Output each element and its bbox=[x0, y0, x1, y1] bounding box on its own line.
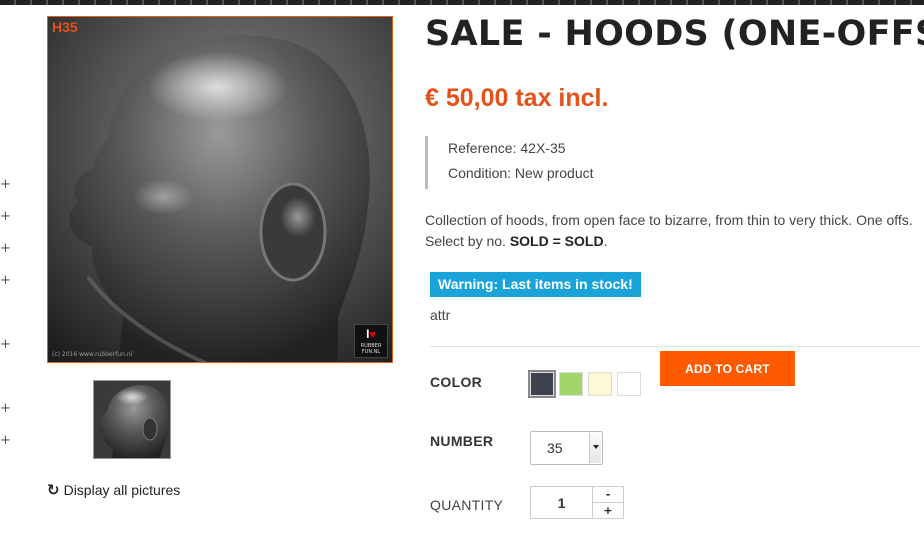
product-thumbnail[interactable] bbox=[93, 380, 171, 459]
chevron-down-icon bbox=[593, 445, 599, 449]
product-reference-block: Reference: 42X-35 Condition: New product bbox=[425, 136, 594, 189]
sidebar-expand-icon[interactable]: + bbox=[0, 210, 11, 223]
top-border bbox=[0, 0, 924, 5]
main-product-image[interactable]: H35 I♥ RUBBER FUN.NL (c) 2016 www.rubber… bbox=[47, 16, 393, 363]
product-price: € 50,00 tax incl. bbox=[425, 84, 609, 112]
sidebar-expand-icon[interactable]: + bbox=[0, 434, 11, 447]
color-swatch-dark-grey[interactable] bbox=[528, 370, 556, 398]
color-swatch-white[interactable] bbox=[617, 372, 641, 396]
product-reference: Reference: 42X-35 bbox=[448, 140, 566, 156]
sold-notice: SOLD = SOLD bbox=[509, 233, 604, 249]
display-all-label: Display all pictures bbox=[63, 482, 181, 498]
sidebar-expand-icon[interactable]: + bbox=[0, 242, 11, 255]
sidebar-expand-icon[interactable]: + bbox=[0, 402, 11, 415]
hood-thumbnail-photo bbox=[94, 381, 170, 458]
attr-label: attr bbox=[430, 307, 451, 323]
number-select-toggle[interactable] bbox=[589, 433, 601, 463]
quantity-label: QUANTITY bbox=[430, 497, 504, 513]
quantity-increase-button[interactable]: + bbox=[592, 502, 624, 519]
number-select-value: 35 bbox=[547, 440, 563, 456]
quantity-input[interactable] bbox=[530, 486, 593, 519]
refresh-icon: ↻ bbox=[47, 481, 60, 499]
display-all-pictures-link[interactable]: ↻ Display all pictures bbox=[47, 481, 180, 499]
color-swatch-light-green[interactable] bbox=[559, 372, 583, 396]
rubberfun-logo: I♥ RUBBER FUN.NL bbox=[354, 324, 388, 358]
heart-icon: ♥ bbox=[369, 329, 376, 341]
color-label: COLOR bbox=[430, 374, 483, 390]
image-number-tag: H35 bbox=[52, 19, 78, 35]
product-description: Collection of hoods, from open face to b… bbox=[425, 212, 913, 249]
sidebar-expand-icon[interactable]: + bbox=[0, 338, 11, 351]
quantity-decrease-button[interactable]: - bbox=[592, 486, 624, 503]
product-condition: Condition: New product bbox=[448, 165, 594, 181]
color-swatch-cream[interactable] bbox=[588, 372, 612, 396]
image-copyright: (c) 2016 www.rubberfun.nl bbox=[52, 351, 133, 358]
number-select[interactable]: 35 bbox=[530, 431, 603, 465]
sidebar-expand-icon[interactable]: + bbox=[0, 178, 11, 191]
number-label: NUMBER bbox=[430, 433, 494, 449]
product-title: SALE - HOODS (ONE-OFFS) bbox=[425, 14, 924, 54]
hood-photo bbox=[48, 17, 392, 362]
options-divider bbox=[430, 346, 920, 347]
stock-warning-badge: Warning: Last items in stock! bbox=[430, 272, 641, 297]
add-to-cart-button[interactable]: ADD TO CART bbox=[660, 351, 795, 386]
sidebar-expand-icon[interactable]: + bbox=[0, 274, 11, 287]
color-swatches bbox=[528, 370, 641, 398]
